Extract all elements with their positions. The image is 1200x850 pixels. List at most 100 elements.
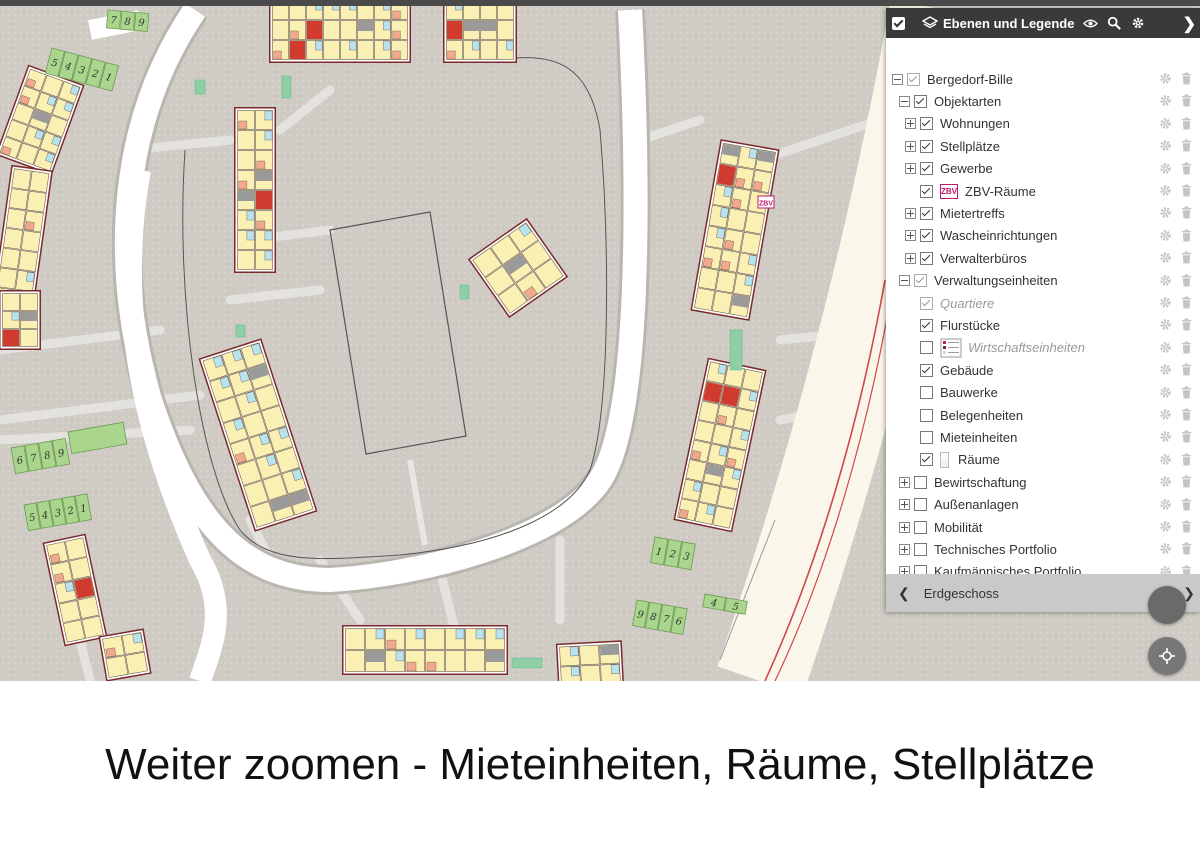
gear-icon[interactable] <box>1159 453 1172 466</box>
expand-icon[interactable] <box>905 118 916 130</box>
trash-icon[interactable] <box>1181 139 1194 152</box>
gear-icon[interactable] <box>1159 498 1172 511</box>
layer-checkbox[interactable] <box>920 117 933 131</box>
layer-checkbox[interactable] <box>914 94 927 108</box>
layer-checkbox[interactable] <box>920 184 933 198</box>
trash-icon[interactable] <box>1181 475 1194 488</box>
chevron-left-icon[interactable]: ❮ <box>898 585 910 602</box>
layer-checkbox[interactable] <box>920 363 933 377</box>
layer-row[interactable]: Räume <box>886 449 1200 471</box>
trash-icon[interactable] <box>1181 162 1194 175</box>
layer-row[interactable]: ZBV ZBV-Räume <box>886 180 1200 202</box>
expand-icon[interactable] <box>899 521 910 533</box>
gear-icon[interactable] <box>1159 430 1172 443</box>
layer-checkbox[interactable] <box>914 475 927 489</box>
collapse-icon[interactable] <box>892 73 903 85</box>
expand-icon[interactable] <box>899 499 910 511</box>
trash-icon[interactable] <box>1181 363 1194 376</box>
layer-row[interactable]: Wirtschaftseinheiten <box>886 337 1200 359</box>
trash-icon[interactable] <box>1181 341 1194 354</box>
layer-checkbox[interactable] <box>920 408 933 422</box>
trash-icon[interactable] <box>1181 498 1194 511</box>
layer-checkbox[interactable] <box>920 318 933 332</box>
trash-icon[interactable] <box>1181 206 1194 219</box>
gear-icon[interactable] <box>1159 274 1172 287</box>
gear-icon[interactable] <box>1159 341 1172 354</box>
expand-icon[interactable] <box>905 207 916 219</box>
layer-row[interactable]: Mobilität <box>886 516 1200 538</box>
layer-row[interactable]: Flurstücke <box>886 314 1200 336</box>
chevron-right-icon[interactable]: ❯ <box>1183 14 1196 34</box>
trash-icon[interactable] <box>1181 296 1194 309</box>
layer-checkbox[interactable] <box>914 542 927 556</box>
layer-row[interactable]: Bauwerke <box>886 382 1200 404</box>
layer-checkbox[interactable] <box>920 251 933 265</box>
layer-row[interactable]: Gewerbe <box>886 158 1200 180</box>
expand-icon[interactable] <box>905 163 916 175</box>
layer-row[interactable]: Wascheinrichtungen <box>886 225 1200 247</box>
gear-icon[interactable] <box>1159 251 1172 264</box>
gear-icon[interactable] <box>1159 318 1172 331</box>
expand-icon[interactable] <box>905 252 916 264</box>
trash-icon[interactable] <box>1181 72 1194 85</box>
gear-icon[interactable] <box>1159 206 1172 219</box>
layer-row[interactable]: Mietertreffs <box>886 202 1200 224</box>
trash-icon[interactable] <box>1181 274 1194 287</box>
trash-icon[interactable] <box>1181 184 1194 197</box>
layer-row[interactable]: Technisches Portfolio <box>886 538 1200 560</box>
expand-icon[interactable] <box>899 476 910 488</box>
gear-icon[interactable] <box>1159 139 1172 152</box>
expand-icon[interactable] <box>899 543 910 555</box>
trash-icon[interactable] <box>1181 117 1194 130</box>
gear-icon[interactable] <box>1159 184 1172 197</box>
layer-checkbox[interactable] <box>920 139 933 153</box>
trash-icon[interactable] <box>1181 229 1194 242</box>
collapse-icon[interactable] <box>899 95 910 107</box>
layer-row[interactable]: Bergedorf-Bille <box>886 68 1200 90</box>
layer-checkbox[interactable] <box>920 229 933 243</box>
expand-icon[interactable] <box>905 140 916 152</box>
gear-icon[interactable] <box>1159 363 1172 376</box>
gear-icon[interactable] <box>1159 386 1172 399</box>
gear-icon[interactable] <box>1159 229 1172 242</box>
trash-icon[interactable] <box>1181 542 1194 555</box>
layer-checkbox[interactable] <box>920 296 933 310</box>
gear-icon[interactable] <box>1159 475 1172 488</box>
layer-checkbox[interactable] <box>914 274 927 288</box>
layer-checkbox[interactable] <box>914 520 927 534</box>
expand-icon[interactable] <box>905 230 916 242</box>
gear-icon[interactable] <box>1130 15 1146 31</box>
trash-icon[interactable] <box>1181 430 1194 443</box>
gear-icon[interactable] <box>1159 408 1172 421</box>
search-icon[interactable] <box>1106 15 1122 31</box>
layer-row[interactable]: Bewirtschaftung <box>886 471 1200 493</box>
gear-icon[interactable] <box>1159 162 1172 175</box>
gear-icon[interactable] <box>1159 296 1172 309</box>
layer-checkbox[interactable] <box>914 498 927 512</box>
eye-icon[interactable] <box>1082 15 1098 31</box>
layer-panel[interactable]: Ebenen und Legende ❯ Bergedorf-Bille Obje… <box>886 8 1200 612</box>
layer-row[interactable]: Belegenheiten <box>886 404 1200 426</box>
locate-button[interactable] <box>1148 637 1186 675</box>
layer-row[interactable]: Außenanlagen <box>886 494 1200 516</box>
gear-icon[interactable] <box>1159 94 1172 107</box>
layer-checkbox[interactable] <box>920 386 933 400</box>
layer-row[interactable]: Stellplätze <box>886 135 1200 157</box>
layer-checkbox[interactable] <box>920 341 933 355</box>
trash-icon[interactable] <box>1181 318 1194 331</box>
layer-checkbox[interactable] <box>920 206 933 220</box>
gear-icon[interactable] <box>1159 542 1172 555</box>
layer-row[interactable]: Mieteinheiten <box>886 426 1200 448</box>
trash-icon[interactable] <box>1181 408 1194 421</box>
layer-checkbox[interactable] <box>920 162 933 176</box>
trash-icon[interactable] <box>1181 453 1194 466</box>
layer-row[interactable]: Quartiere <box>886 292 1200 314</box>
gear-icon[interactable] <box>1159 520 1172 533</box>
trash-icon[interactable] <box>1181 386 1194 399</box>
layer-checkbox[interactable] <box>920 453 933 467</box>
layer-row[interactable]: Wohnungen <box>886 113 1200 135</box>
layer-row[interactable]: Gebäude <box>886 359 1200 381</box>
trash-icon[interactable] <box>1181 251 1194 264</box>
layer-row[interactable]: Objektarten <box>886 90 1200 112</box>
layer-row[interactable]: Verwalterbüros <box>886 247 1200 269</box>
